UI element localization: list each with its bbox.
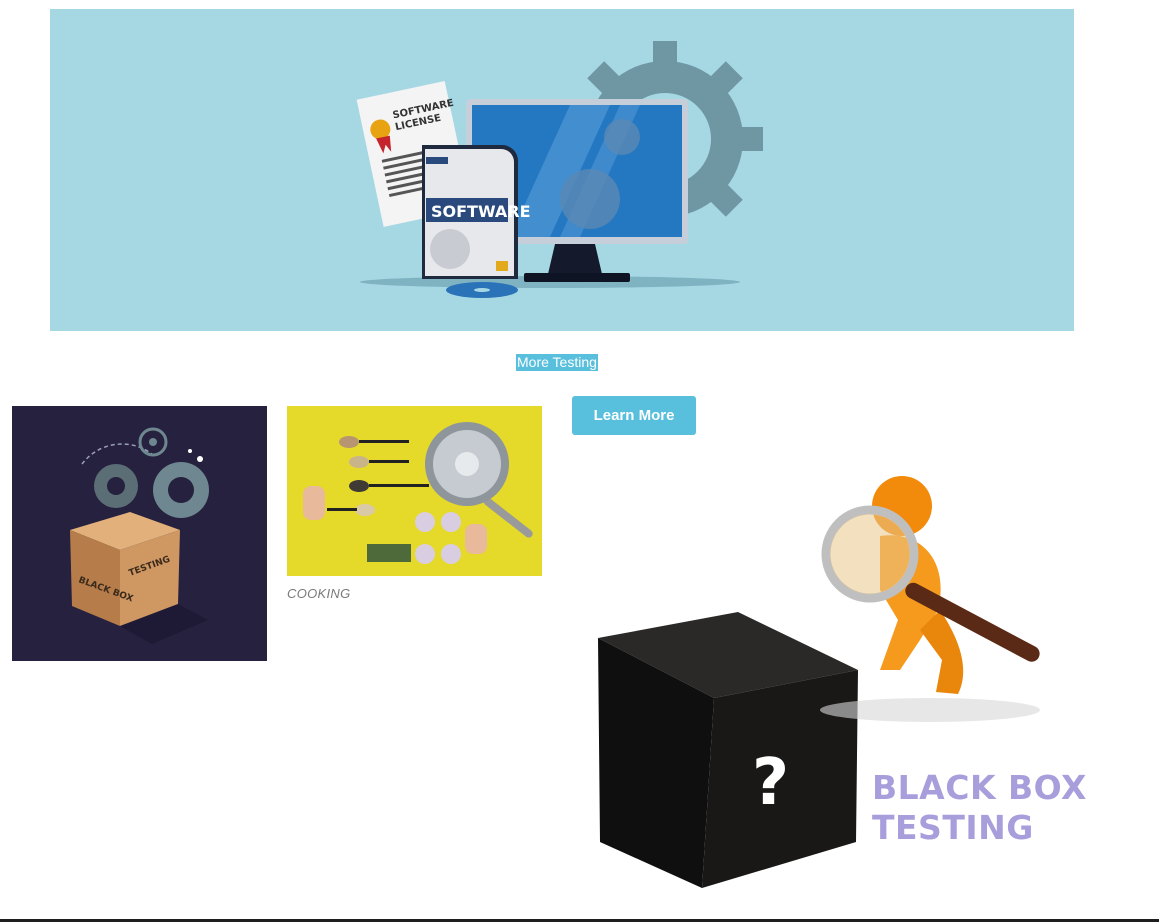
learn-more-button[interactable]: Learn More [572,396,696,435]
black-box-testing-label: BLACK BOX TESTING [872,768,1087,848]
spoon-icon [327,436,429,516]
svg-text:SOFTWARE: SOFTWARE [431,202,531,221]
more-testing-link[interactable]: More Testing [516,354,598,371]
hero-banner-image: SOFTWARE LICENSE SOFTWARE [50,9,1074,331]
cooking-caption: COOKING [287,586,351,601]
black-box-testing-image: BLACK BOX TESTING [12,406,267,661]
svg-text:?: ? [752,746,789,820]
cooking-image [287,406,542,576]
label-line-2: TESTING [872,808,1034,847]
label-line-1: BLACK BOX [872,768,1087,807]
software-box-icon: SOFTWARE [422,145,531,298]
gear-icon [94,427,209,518]
page: SOFTWARE LICENSE SOFTWARE More Testing B… [0,0,1159,922]
